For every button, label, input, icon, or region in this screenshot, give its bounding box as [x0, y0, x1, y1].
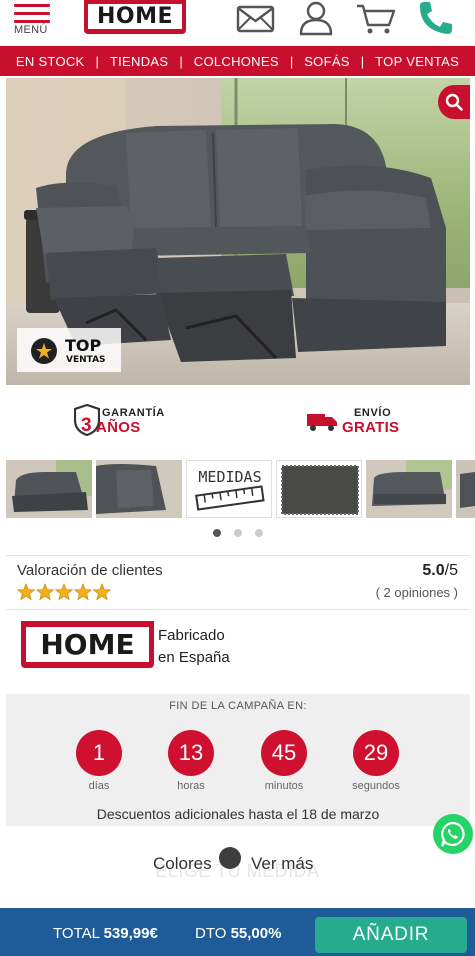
- total-label: TOTAL: [53, 925, 100, 942]
- discount-label: DTO: [195, 925, 227, 942]
- discount: DTO 55,00%: [195, 925, 281, 942]
- warranty-small: GARANTÍA: [102, 407, 165, 419]
- rating-score: 5.0/5: [422, 562, 458, 580]
- warranty-big: AÑOS: [96, 419, 141, 436]
- star-icon: [36, 583, 54, 601]
- thumbnail-fabric[interactable]: [276, 460, 362, 518]
- site-logo[interactable]: HOME: [84, 0, 186, 34]
- purchase-bar: TOTAL 539,99€ DTO 55,00% AÑADIR: [0, 908, 475, 956]
- warranty-number: 3: [81, 415, 92, 436]
- made-in-spain-text: Fabricado en España: [158, 625, 230, 669]
- nav-separator: |: [289, 53, 294, 69]
- thumbnail-measures[interactable]: MEDIDAS: [186, 460, 272, 518]
- nav-separator: |: [179, 53, 183, 69]
- free-shipping-badge: ENVÍO GRATIS: [306, 404, 406, 438]
- fabric-swatch-image: [281, 465, 359, 515]
- nav-item-tiendas[interactable]: TIENDAS: [110, 54, 168, 69]
- shipping-small: ENVÍO: [354, 407, 392, 419]
- top-ventas-badge: TOP VENTAS: [17, 328, 121, 372]
- measures-label: MEDIDAS: [198, 468, 261, 486]
- nav-item-top-ventas[interactable]: TOP VENTAS: [375, 54, 459, 69]
- star-icon: [55, 583, 73, 601]
- search-icon: [445, 93, 463, 111]
- sofa-thumbnail-image: [6, 460, 92, 518]
- countdown-value: 29: [353, 730, 399, 776]
- badge-line1: TOP: [65, 336, 102, 355]
- carousel-dot-active[interactable]: [213, 529, 221, 537]
- thumbnail[interactable]: [96, 460, 182, 518]
- countdown-unit: segundos: [352, 780, 400, 792]
- sofa-thumbnail-image: [366, 460, 452, 518]
- search-button[interactable]: [438, 85, 470, 119]
- shipping-big: GRATIS: [342, 419, 400, 436]
- countdown-unit: horas: [177, 780, 205, 792]
- color-swatch[interactable]: [219, 847, 241, 869]
- cart-icon[interactable]: [356, 3, 396, 35]
- star-icon: [17, 583, 35, 601]
- countdown-minutes: 45 minutos: [254, 730, 314, 792]
- rating-stars[interactable]: [17, 583, 111, 601]
- thumbnail[interactable]: [456, 460, 475, 518]
- menu-bar: [14, 20, 50, 23]
- home-brand-logo: HOME: [21, 621, 154, 668]
- total-price: TOTAL 539,99€: [53, 925, 158, 942]
- menu-bar: [14, 4, 50, 7]
- nav-separator: |: [95, 53, 99, 69]
- site-header: MENÚ HOME: [0, 0, 475, 46]
- phone-icon[interactable]: [416, 0, 454, 36]
- total-value: 539,99€: [103, 925, 158, 942]
- menu-label: MENÚ: [14, 24, 48, 36]
- made-line2: en España: [158, 649, 230, 666]
- star-icon: [74, 583, 92, 601]
- countdown-days: 1 días: [69, 730, 129, 792]
- star-medal-icon: [31, 338, 57, 364]
- nav-item-en-stock[interactable]: EN STOCK: [16, 54, 85, 69]
- score-value: 5.0: [422, 562, 445, 579]
- carousel-dot[interactable]: [255, 529, 263, 537]
- countdown-unit: minutos: [264, 780, 304, 792]
- logo-text: HOME: [40, 628, 135, 661]
- countdown-value: 45: [261, 730, 307, 776]
- countdown-unit: días: [88, 780, 110, 792]
- menu-bar: [14, 12, 50, 15]
- divider: [6, 609, 470, 610]
- user-icon[interactable]: [298, 0, 334, 36]
- logo-text: HOME: [96, 4, 174, 29]
- sofa-detail-image: [96, 460, 182, 518]
- carousel-dot[interactable]: [234, 529, 242, 537]
- nav-item-colchones[interactable]: COLCHONES: [194, 54, 279, 69]
- made-line1: Fabricado: [158, 627, 225, 644]
- warranty-badge: 3 GARANTÍA AÑOS: [74, 404, 174, 438]
- menu-button[interactable]: MENÚ: [12, 2, 54, 42]
- see-more-link[interactable]: Ver más: [251, 854, 313, 874]
- sofa-thumbnail-image: [456, 460, 475, 518]
- add-to-cart-button[interactable]: AÑADIR: [315, 917, 467, 953]
- nav-separator: |: [360, 53, 365, 69]
- options-row: ELIGE TU MEDIDA Colores Ver más: [0, 836, 475, 906]
- countdown-hours: 13 horas: [161, 730, 221, 792]
- campaign-countdown: FIN DE LA CAMPAÑA EN: 1 días 13 horas 45…: [6, 694, 470, 826]
- star-icon: [93, 583, 111, 601]
- discount-note: Descuentos adicionales hasta el 18 de ma…: [96, 806, 380, 822]
- score-suffix: /5: [444, 562, 458, 579]
- discount-value: 55,00%: [230, 925, 282, 942]
- opinions-link[interactable]: ( 2 opiniones ): [376, 585, 458, 600]
- countdown-value: 13: [168, 730, 214, 776]
- mail-icon[interactable]: [236, 4, 276, 34]
- truck-icon: [307, 414, 337, 431]
- colors-label[interactable]: Colores: [153, 854, 212, 874]
- campaign-caption: FIN DE LA CAMPAÑA EN:: [169, 700, 307, 712]
- category-nav: EN STOCK | TIENDAS | COLCHONES | SOFÁS |…: [0, 46, 475, 76]
- divider: [6, 555, 470, 556]
- nav-item-sofas[interactable]: SOFÁS: [304, 54, 350, 69]
- countdown-value: 1: [76, 730, 122, 776]
- whatsapp-icon: [440, 821, 465, 847]
- thumbnail[interactable]: [366, 460, 452, 518]
- ruler-icon: MEDIDAS: [195, 468, 265, 511]
- whatsapp-button[interactable]: [433, 814, 473, 854]
- thumbnail[interactable]: [6, 460, 92, 518]
- countdown-seconds: 29 segundos: [346, 730, 406, 792]
- badge-line2: VENTAS: [66, 355, 106, 365]
- rating-title: Valoración de clientes: [17, 562, 163, 579]
